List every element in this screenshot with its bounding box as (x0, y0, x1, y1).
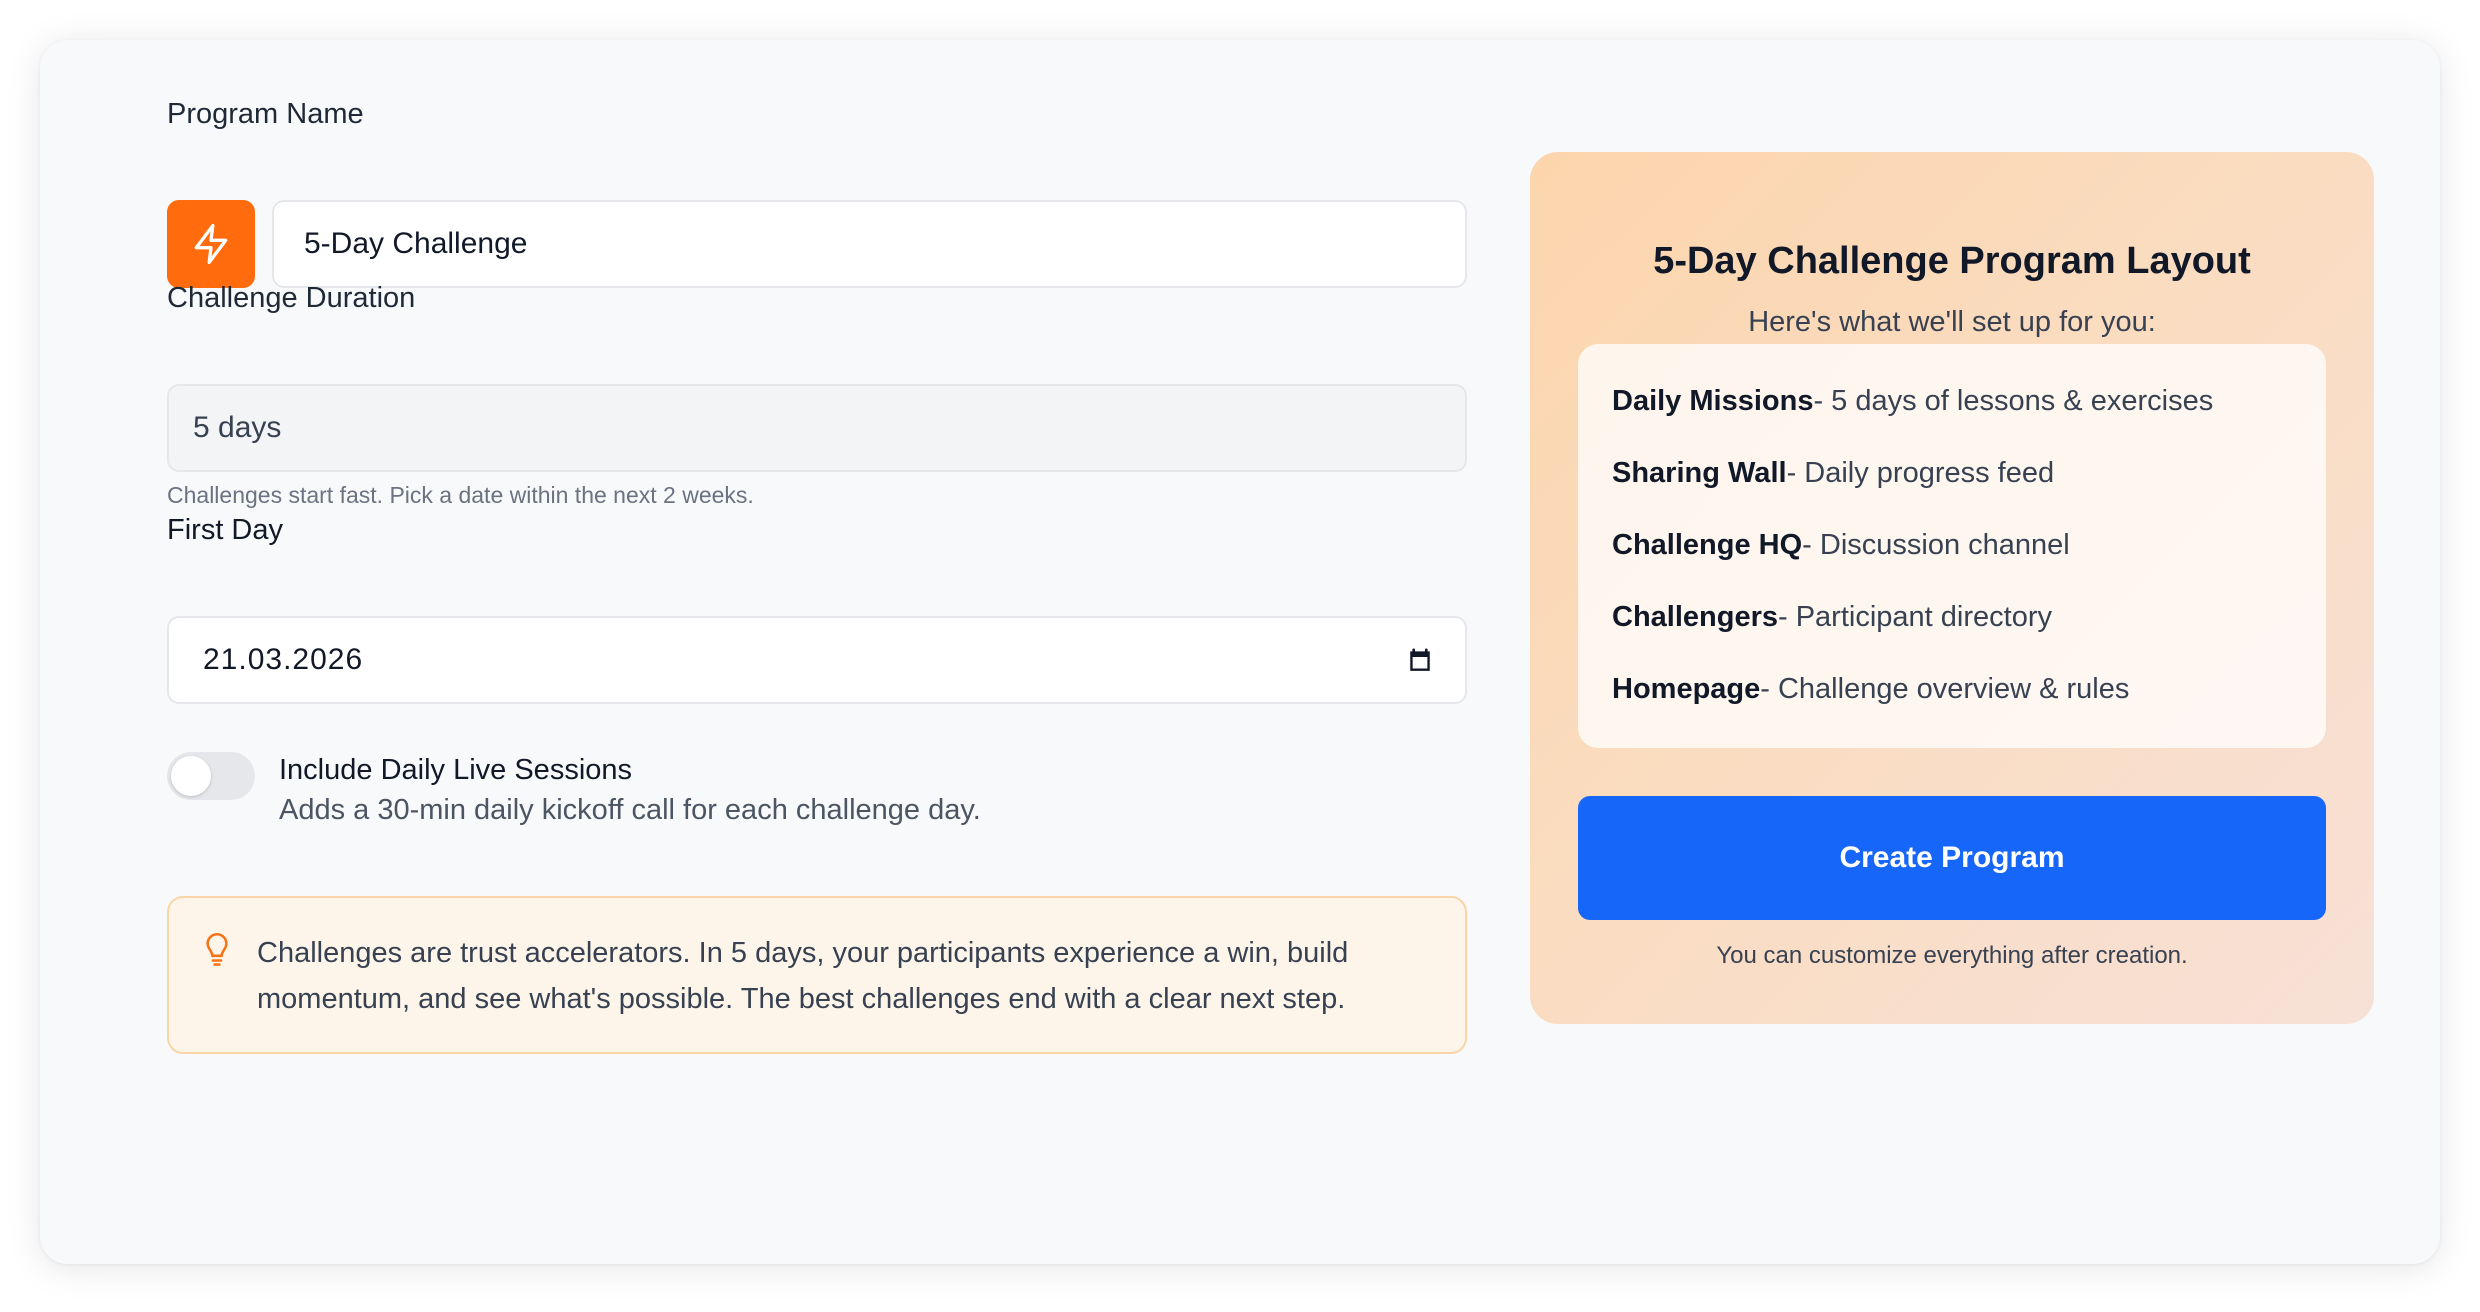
toggle-knob (171, 756, 211, 796)
lightning-bolt-icon (194, 224, 228, 264)
challenge-duration-label: Challenge Duration (167, 282, 416, 314)
feature-description: - 5 days of lessons & exercises (1813, 385, 2214, 417)
first-day-label: First Day (167, 514, 283, 546)
program-setup-card: Program Name Challenge Duration 5 days C… (40, 40, 2440, 1264)
tip-callout: Challenges are trust accelerators. In 5 … (167, 896, 1467, 1054)
calendar-icon (1410, 648, 1430, 671)
feature-title: Sharing Wall (1612, 457, 1787, 489)
program-name-label: Program Name (167, 98, 364, 130)
lightbulb-icon (206, 932, 228, 966)
list-item: Challenge HQ - Discussion channel (1612, 526, 2292, 598)
first-day-date-input[interactable]: 21.03.2026 (167, 616, 1467, 704)
list-item: Homepage - Challenge overview & rules (1612, 670, 2292, 742)
tip-text: Challenges are trust accelerators. In 5 … (257, 937, 1349, 1015)
panel-subtitle: Here's what we'll set up for you: (1748, 306, 2156, 338)
program-features-list: Daily Missions - 5 days of lessons & exer… (1578, 344, 2326, 748)
live-sessions-toggle[interactable] (167, 752, 255, 800)
panel-title: 5-Day Challenge Program Layout (1653, 240, 2251, 282)
create-program-button[interactable]: Create Program (1578, 796, 2326, 920)
challenge-duration-value: 5 days (193, 411, 282, 444)
feature-description: - Participant directory (1778, 601, 2052, 633)
program-icon-picker[interactable] (167, 200, 255, 288)
feature-title: Challenge HQ (1612, 529, 1803, 561)
feature-title: Challengers (1612, 601, 1778, 633)
feature-description: - Daily progress feed (1786, 457, 2055, 489)
calendar-picker-button[interactable] (1407, 647, 1433, 673)
live-sessions-title: Include Daily Live Sessions (279, 754, 633, 786)
program-layout-panel: 5-Day Challenge Program Layout Here's wh… (1530, 152, 2374, 1024)
customize-note: You can customize everything after creat… (1716, 942, 2188, 969)
feature-description: - Discussion channel (1802, 529, 2070, 561)
first-day-value: 21.03.2026 (203, 643, 364, 676)
feature-title: Daily Missions (1612, 385, 1814, 417)
list-item: Daily Missions - 5 days of lessons & exer… (1612, 382, 2292, 454)
list-item: Sharing Wall - Daily progress feed (1612, 454, 2292, 526)
list-item: Challengers - Participant directory (1612, 598, 2292, 670)
feature-description: - Challenge overview & rules (1760, 673, 2130, 705)
live-sessions-description: Adds a 30-min daily kickoff call for eac… (279, 794, 981, 826)
challenge-duration-helper: Challenges start fast. Pick a date withi… (167, 482, 754, 508)
program-name-input[interactable] (272, 200, 1467, 288)
feature-title: Homepage (1612, 673, 1761, 705)
challenge-duration-field[interactable]: 5 days (167, 384, 1467, 472)
